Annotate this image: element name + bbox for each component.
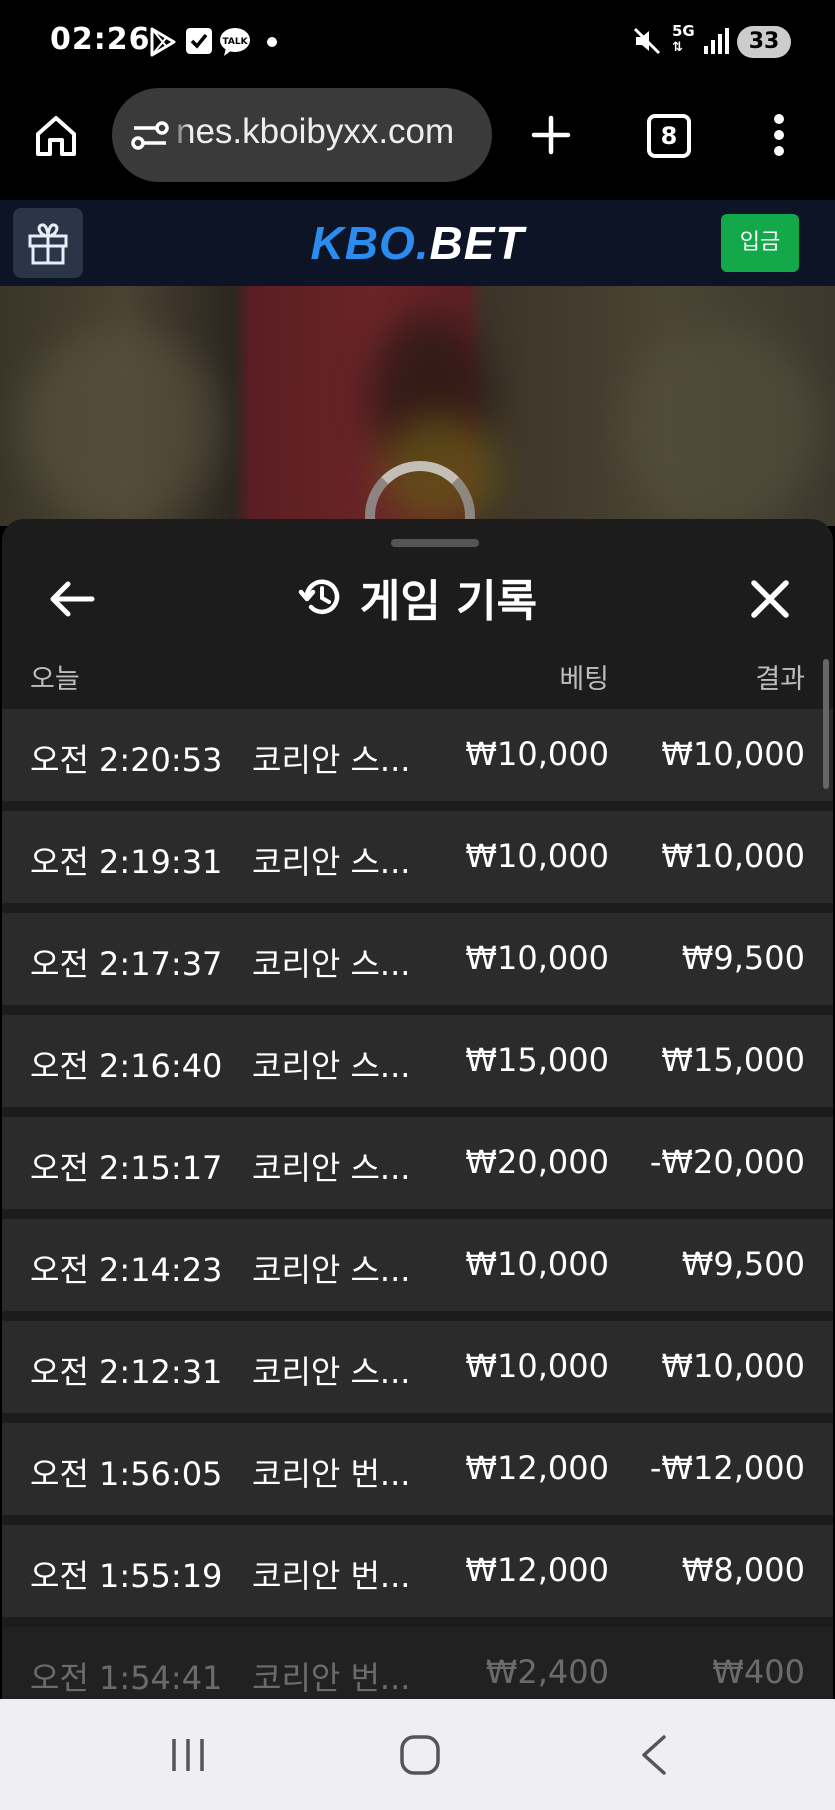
row-bet: ₩10,000 [465, 735, 609, 773]
row-time: 오전 2:19:31 [30, 843, 223, 881]
row-time: 오전 2:20:53 [30, 741, 223, 779]
site-header: KBO.BET 입금 [0, 200, 835, 287]
column-bet: 베팅 [559, 664, 609, 695]
row-bet: ₩12,000 [465, 1551, 609, 1589]
table-row[interactable]: 오전 2:12:31 코리안 스... ₩10,000 ₩10,000 [2, 1321, 833, 1413]
row-result: ₩10,000 [661, 837, 805, 875]
row-game: 코리안 스... [252, 1047, 411, 1085]
status-time: 02:26 [50, 22, 151, 57]
battery-indicator: 33 [737, 26, 791, 58]
url-fade [170, 88, 190, 182]
row-game: 코리안 번... [252, 1557, 411, 1595]
row-result: ₩15,000 [661, 1041, 805, 1079]
sheet-drag-handle[interactable] [391, 539, 479, 547]
row-time: 오전 1:54:41 [30, 1659, 223, 1697]
recent-apps-icon[interactable] [168, 1735, 208, 1775]
plus-icon[interactable] [530, 114, 572, 156]
table-row[interactable]: 오전 2:20:53 코리안 스... ₩10,000 ₩10,000 [2, 709, 833, 801]
table-row[interactable]: 오전 2:14:23 코리안 스... ₩10,000 ₩9,500 [2, 1219, 833, 1311]
table-row[interactable]: 오전 2:19:31 코리안 스... ₩10,000 ₩10,000 [2, 811, 833, 903]
more-vert-icon[interactable] [768, 112, 790, 158]
mute-icon [633, 27, 661, 55]
list-scrollbar[interactable] [823, 659, 829, 789]
row-game: 코리안 스... [252, 1149, 411, 1187]
row-bet: ₩10,000 [465, 837, 609, 875]
kakaotalk-icon: TALK [220, 28, 250, 56]
back-nav-icon[interactable] [636, 1733, 672, 1777]
sheet-header: 게임 기록 [2, 565, 833, 629]
android-nav-bar [0, 1699, 835, 1810]
row-result: ₩400 [712, 1653, 805, 1691]
row-time: 오전 2:12:31 [30, 1353, 223, 1391]
browser-toolbar: nes.kboibyxx.com 8 [0, 88, 835, 200]
table-header: 오늘 베팅 결과 [2, 649, 833, 699]
status-bar: 02:26 TALK 5G ⇅ 33 [0, 0, 835, 88]
sheet-title: 게임 기록 [359, 576, 538, 627]
signal-icon [704, 28, 729, 54]
row-result: ₩8,000 [681, 1551, 805, 1589]
column-result: 결과 [755, 664, 805, 695]
url-text: nes.kboibyxx.com [176, 112, 455, 151]
row-result: ₩9,500 [681, 1245, 805, 1283]
home-icon[interactable] [32, 112, 80, 160]
close-icon[interactable] [740, 569, 800, 629]
table-row[interactable]: 오전 1:56:05 코리안 번... ₩12,000 -₩12,000 [2, 1423, 833, 1515]
row-game: 코리안 스... [252, 945, 411, 983]
row-result: ₩9,500 [681, 939, 805, 977]
row-bet: ₩20,000 [465, 1143, 609, 1181]
row-game: 코리안 스... [252, 741, 411, 779]
play-store-icon [150, 27, 176, 57]
deposit-button[interactable]: 입금 [721, 214, 799, 272]
row-result: ₩10,000 [661, 735, 805, 773]
checkbox-notification-icon [186, 28, 212, 54]
history-list: 오전 2:20:53 코리안 스... ₩10,000 ₩10,000 오전 2… [2, 709, 833, 1699]
row-bet: ₩12,000 [465, 1449, 609, 1487]
site-settings-icon[interactable] [130, 116, 170, 154]
row-bet: ₩2,400 [485, 1653, 609, 1691]
table-row[interactable]: 오전 1:54:41 코리안 번... ₩2,400 ₩400 [2, 1627, 833, 1699]
live-video-background [0, 286, 835, 526]
home-nav-icon[interactable] [398, 1733, 442, 1777]
row-result: -₩20,000 [649, 1143, 805, 1181]
row-time: 오전 2:17:37 [30, 945, 223, 983]
row-time: 오전 2:16:40 [30, 1047, 223, 1085]
tab-switcher-button[interactable]: 8 [647, 114, 691, 158]
column-today: 오늘 [30, 664, 80, 695]
table-row[interactable]: 오전 1:55:19 코리안 번... ₩12,000 ₩8,000 [2, 1525, 833, 1617]
row-result: ₩10,000 [661, 1347, 805, 1385]
table-row[interactable]: 오전 2:15:17 코리안 스... ₩20,000 -₩20,000 [2, 1117, 833, 1209]
row-game: 코리안 번... [252, 1659, 411, 1697]
row-game: 코리안 스... [252, 1251, 411, 1289]
row-game: 코리안 스... [252, 843, 411, 881]
row-bet: ₩10,000 [465, 1245, 609, 1283]
row-result: -₩12,000 [649, 1449, 805, 1487]
svg-text:TALK: TALK [222, 37, 248, 47]
video-blur-left [20, 326, 220, 526]
row-bet: ₩10,000 [465, 939, 609, 977]
row-time: 오전 2:14:23 [30, 1251, 223, 1289]
row-time: 오전 1:56:05 [30, 1455, 223, 1493]
table-row[interactable]: 오전 2:16:40 코리안 스... ₩15,000 ₩15,000 [2, 1015, 833, 1107]
row-game: 코리안 스... [252, 1353, 411, 1391]
row-time: 오전 2:15:17 [30, 1149, 223, 1187]
history-icon [298, 579, 340, 615]
row-time: 오전 1:55:19 [30, 1557, 223, 1595]
site-logo[interactable]: KBO.BET [0, 216, 835, 270]
notification-dot-icon [267, 37, 277, 47]
row-bet: ₩10,000 [465, 1347, 609, 1385]
game-history-sheet: 게임 기록 오늘 베팅 결과 오전 2:20:53 코리안 스... ₩10,0… [2, 519, 833, 1699]
row-game: 코리안 번... [252, 1455, 411, 1493]
row-bet: ₩15,000 [465, 1041, 609, 1079]
table-row[interactable]: 오전 2:17:37 코리안 스... ₩10,000 ₩9,500 [2, 913, 833, 1005]
video-blur-right [620, 326, 820, 526]
address-bar[interactable]: nes.kboibyxx.com [112, 88, 492, 182]
network-type: 5G ⇅ [672, 22, 695, 56]
